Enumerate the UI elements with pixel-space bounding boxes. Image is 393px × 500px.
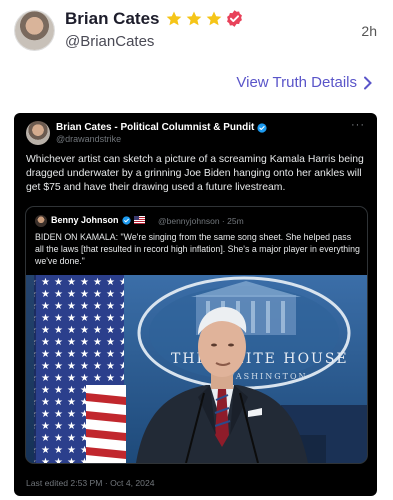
- american-flag: [26, 275, 126, 463]
- chevron-right-icon: [364, 76, 372, 89]
- embed-handle: @drawandstrike: [56, 134, 122, 144]
- embed-text: Whichever artist can sketch a picture of…: [26, 154, 364, 193]
- flag-icon: [133, 216, 145, 224]
- view-details-label: View Truth Details: [236, 74, 357, 91]
- post-time: 2h: [361, 23, 377, 39]
- star-icon: [206, 11, 222, 25]
- star-icon: [186, 11, 202, 25]
- author-handle[interactable]: @BrianCates: [65, 33, 154, 50]
- quoted-tweet: Benny Johnson @bennyjohnson · 25m BIDEN …: [25, 206, 368, 464]
- badges: [165, 9, 244, 28]
- quote-text: BIDEN ON KAMALA: "We're singing from the…: [35, 232, 360, 266]
- twitter-verified-icon: [121, 215, 131, 225]
- more-icon: ···: [351, 119, 365, 131]
- quote-author: Benny Johnson: [51, 215, 145, 225]
- embed-avatar: [26, 121, 50, 145]
- quote-handle-time: @bennyjohnson · 25m: [158, 216, 244, 226]
- embed-author-name: Brian Cates - Political Columnist & Pund…: [56, 122, 255, 133]
- post-header: Brian Cates @BrianCates 2h: [0, 0, 393, 62]
- avatar[interactable]: [15, 11, 54, 50]
- star-icon: [166, 11, 182, 25]
- embed-author: Brian Cates - Political Columnist & Pund…: [56, 122, 267, 133]
- quote-photo: ★ THE WHITE HOUSE WASHINGTON: [26, 275, 367, 463]
- seal-text-1: THE WHITE HOUSE: [171, 351, 349, 367]
- twitter-verified-icon: [257, 122, 267, 133]
- verified-badge-icon: [227, 10, 242, 27]
- author-name[interactable]: Brian Cates: [65, 9, 159, 29]
- edited-timestamp: Last edited 2:53 PM · Oct 4, 2024: [26, 478, 155, 488]
- quote-author-name: Benny Johnson: [51, 215, 119, 225]
- quote-avatar: [35, 215, 47, 227]
- seal-text-2: WASHINGTON: [226, 372, 308, 381]
- embedded-tweet-card[interactable]: Brian Cates - Political Columnist & Pund…: [14, 113, 377, 496]
- view-truth-details-link[interactable]: View Truth Details: [236, 74, 373, 91]
